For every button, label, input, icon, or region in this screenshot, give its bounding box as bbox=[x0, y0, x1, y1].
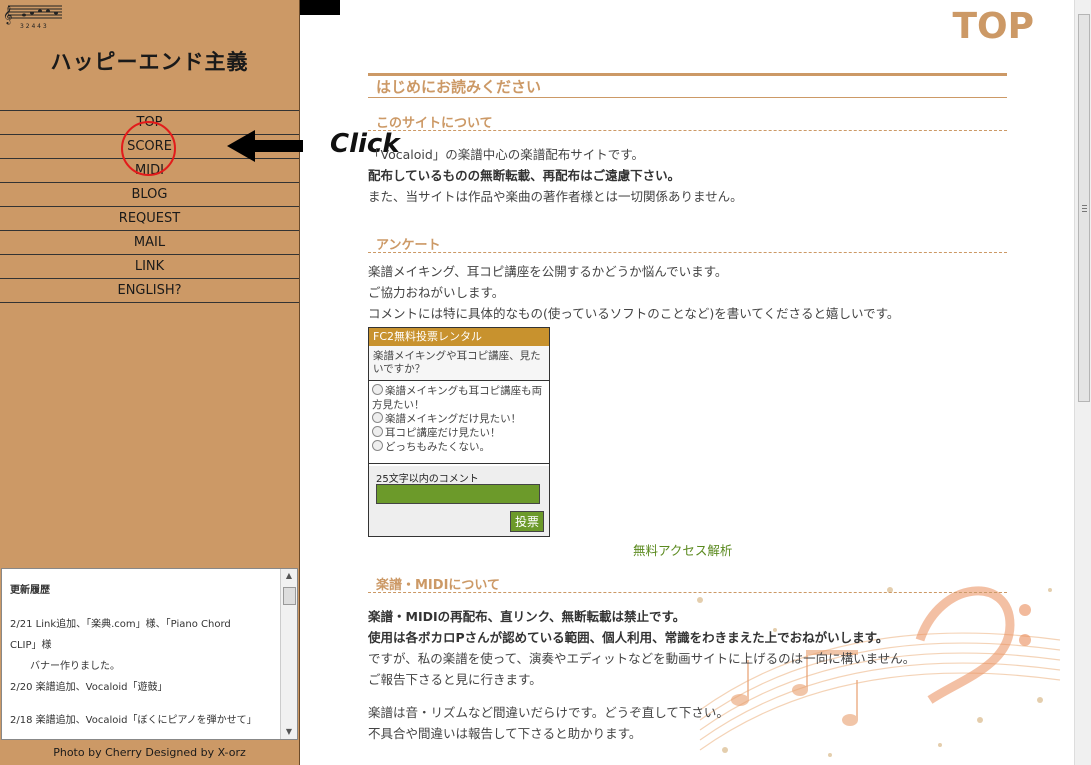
radio-icon[interactable] bbox=[372, 384, 383, 395]
left-arrow-icon bbox=[227, 130, 303, 162]
nav-item-english[interactable]: ENGLISH? bbox=[0, 278, 299, 303]
click-highlight-ring bbox=[121, 121, 176, 176]
survey-text: 楽譜メイキング、耳コピ講座を公開するかどうか悩んでいます。 ご協力おねがいします… bbox=[368, 261, 1008, 324]
page-heading: TOP bbox=[952, 6, 1034, 47]
logo-numbers: 3 2 4 4 3 bbox=[20, 23, 47, 30]
poll-comment-label: 25文字以内のコメント bbox=[376, 474, 479, 485]
poll-option[interactable]: どっちもみたくない。 bbox=[372, 440, 546, 454]
poll-option-label: 楽譜メイキングだけ見たい！ bbox=[385, 413, 522, 425]
poll-header[interactable]: FC2無料投票レンタル bbox=[369, 328, 549, 346]
intro-section-title: はじめにお読みください bbox=[368, 76, 1007, 98]
about-section-title: このサイトについて bbox=[368, 112, 1007, 131]
history-title: 更新履歴 bbox=[10, 585, 50, 596]
svg-text:𝄞: 𝄞 bbox=[3, 5, 12, 25]
radio-icon[interactable] bbox=[372, 412, 383, 423]
score-line: 不具合や間違いは報告して下さると助かります。 bbox=[368, 726, 642, 741]
score-line: ご報告下さると見に行きます。 bbox=[368, 672, 542, 687]
score-line-bold: 楽譜・MIDIの再配布、直リンク、無断転載は禁止です。 bbox=[368, 609, 686, 624]
sidebar: 𝄞 3 2 4 4 3 ハッピーエンド主義 TOP SCORE MIDI BLO… bbox=[0, 0, 300, 765]
score-line-bold: 使用は各ボカロPさんが認めている範囲、個人利用、常識をわきまえた上でおねがいしま… bbox=[368, 630, 889, 645]
history-line: CLIP」様 bbox=[10, 640, 52, 651]
history-line: バナー作りました。 bbox=[10, 661, 120, 672]
radio-icon[interactable] bbox=[372, 426, 383, 437]
poll-submit-button[interactable]: 投票 bbox=[510, 511, 544, 532]
music-staff-logo: 𝄞 3 2 4 4 3 bbox=[3, 5, 62, 30]
about-line-bold: 配布しているものの無断転載、再配布はご遠慮下さい。 bbox=[368, 168, 681, 183]
poll-widget: FC2無料投票レンタル 楽譜メイキングや耳コピ講座、見たいですか？ 楽譜メイキン… bbox=[368, 327, 550, 537]
score-line: ですが、私の楽譜を使って、演奏やエディットなどを動画サイトに上げるのは一向に構い… bbox=[368, 651, 916, 666]
history-gap bbox=[10, 698, 276, 710]
history-scrollbar[interactable]: ▲ ▼ bbox=[280, 569, 297, 739]
poll-options: 楽譜メイキングも耳コピ講座も両方見たい！ 楽譜メイキングだけ見たい！ 耳コピ講座… bbox=[369, 381, 549, 464]
score-gap bbox=[368, 690, 1008, 702]
history-line: 2/18 楽譜追加、Vocaloid「ぼくにピアノを弾かせて」 bbox=[10, 715, 257, 726]
nav-item-mail[interactable]: MAIL bbox=[0, 230, 299, 254]
poll-comment-area: 25文字以内のコメント 投票 bbox=[369, 466, 549, 536]
history-line: 2/21 Link追加、「楽典.com」様、「Piano Chord bbox=[10, 619, 231, 630]
about-line: また、当サイトは作品や楽曲の著作者様とは一切関係ありません。 bbox=[368, 189, 743, 204]
scroll-up-icon[interactable]: ▲ bbox=[281, 569, 297, 583]
scrollbar-thumb[interactable] bbox=[283, 587, 296, 605]
mini-black-tab bbox=[300, 0, 340, 15]
nav-item-link[interactable]: LINK bbox=[0, 254, 299, 278]
survey-line: コメントには特に具体的なもの(使っているソフトのことなど)を書いてくださると嬉し… bbox=[368, 306, 900, 321]
score-section-title: 楽譜・MIDIについて bbox=[368, 574, 1007, 593]
poll-comment-input[interactable] bbox=[376, 484, 540, 504]
grip-icon bbox=[1082, 205, 1087, 206]
analytics-link[interactable]: 無料アクセス解析 bbox=[633, 540, 732, 559]
poll-option-label: 楽譜メイキングも耳コピ講座も両方見たい！ bbox=[372, 385, 543, 411]
scroll-down-icon[interactable]: ▼ bbox=[281, 725, 297, 739]
poll-option[interactable]: 耳コピ講座だけ見たい！ bbox=[372, 426, 546, 440]
update-history-box: 更新履歴 2/21 Link追加、「楽典.com」様、「Piano Chord … bbox=[1, 568, 298, 740]
page-scrollbar[interactable] bbox=[1074, 0, 1091, 765]
about-text: 「Vocaloid」の楽譜中心の楽譜配布サイトです。 配布しているものの無断転載… bbox=[368, 144, 1008, 207]
nav-item-blog[interactable]: BLOG bbox=[0, 182, 299, 206]
page-scrollbar-thumb[interactable] bbox=[1078, 14, 1090, 402]
poll-question: 楽譜メイキングや耳コピ講座、見たいですか？ bbox=[369, 346, 549, 381]
survey-section-title: アンケート bbox=[368, 234, 1007, 253]
poll-option[interactable]: 楽譜メイキングだけ見たい！ bbox=[372, 412, 546, 426]
survey-line: 楽譜メイキング、耳コピ講座を公開するかどうか悩んでいます。 bbox=[368, 264, 728, 279]
history-line: 2/20 楽譜追加、Vocaloid「遊鼓」 bbox=[10, 682, 168, 693]
poll-option-label: どっちもみたくない。 bbox=[385, 441, 490, 453]
credits: Photo by Cherry Designed by X-orz bbox=[53, 746, 246, 759]
radio-icon[interactable] bbox=[372, 440, 383, 451]
about-line: 「Vocaloid」の楽譜中心の楽譜配布サイトです。 bbox=[368, 147, 645, 162]
poll-option-label: 耳コピ講座だけ見たい！ bbox=[385, 427, 501, 439]
nav-item-request[interactable]: REQUEST bbox=[0, 206, 299, 230]
poll-option[interactable]: 楽譜メイキングも耳コピ講座も両方見たい！ bbox=[372, 384, 546, 412]
site-title: ハッピーエンド主義 bbox=[50, 50, 249, 74]
survey-line: ご協力おねがいします。 bbox=[368, 285, 505, 300]
score-text: 楽譜・MIDIの再配布、直リンク、無断転載は禁止です。 使用は各ボカロPさんが認… bbox=[368, 606, 1008, 744]
score-line: 楽譜は音・リズムなど間違いだらけです。どうぞ直して下さい。 bbox=[368, 705, 729, 720]
